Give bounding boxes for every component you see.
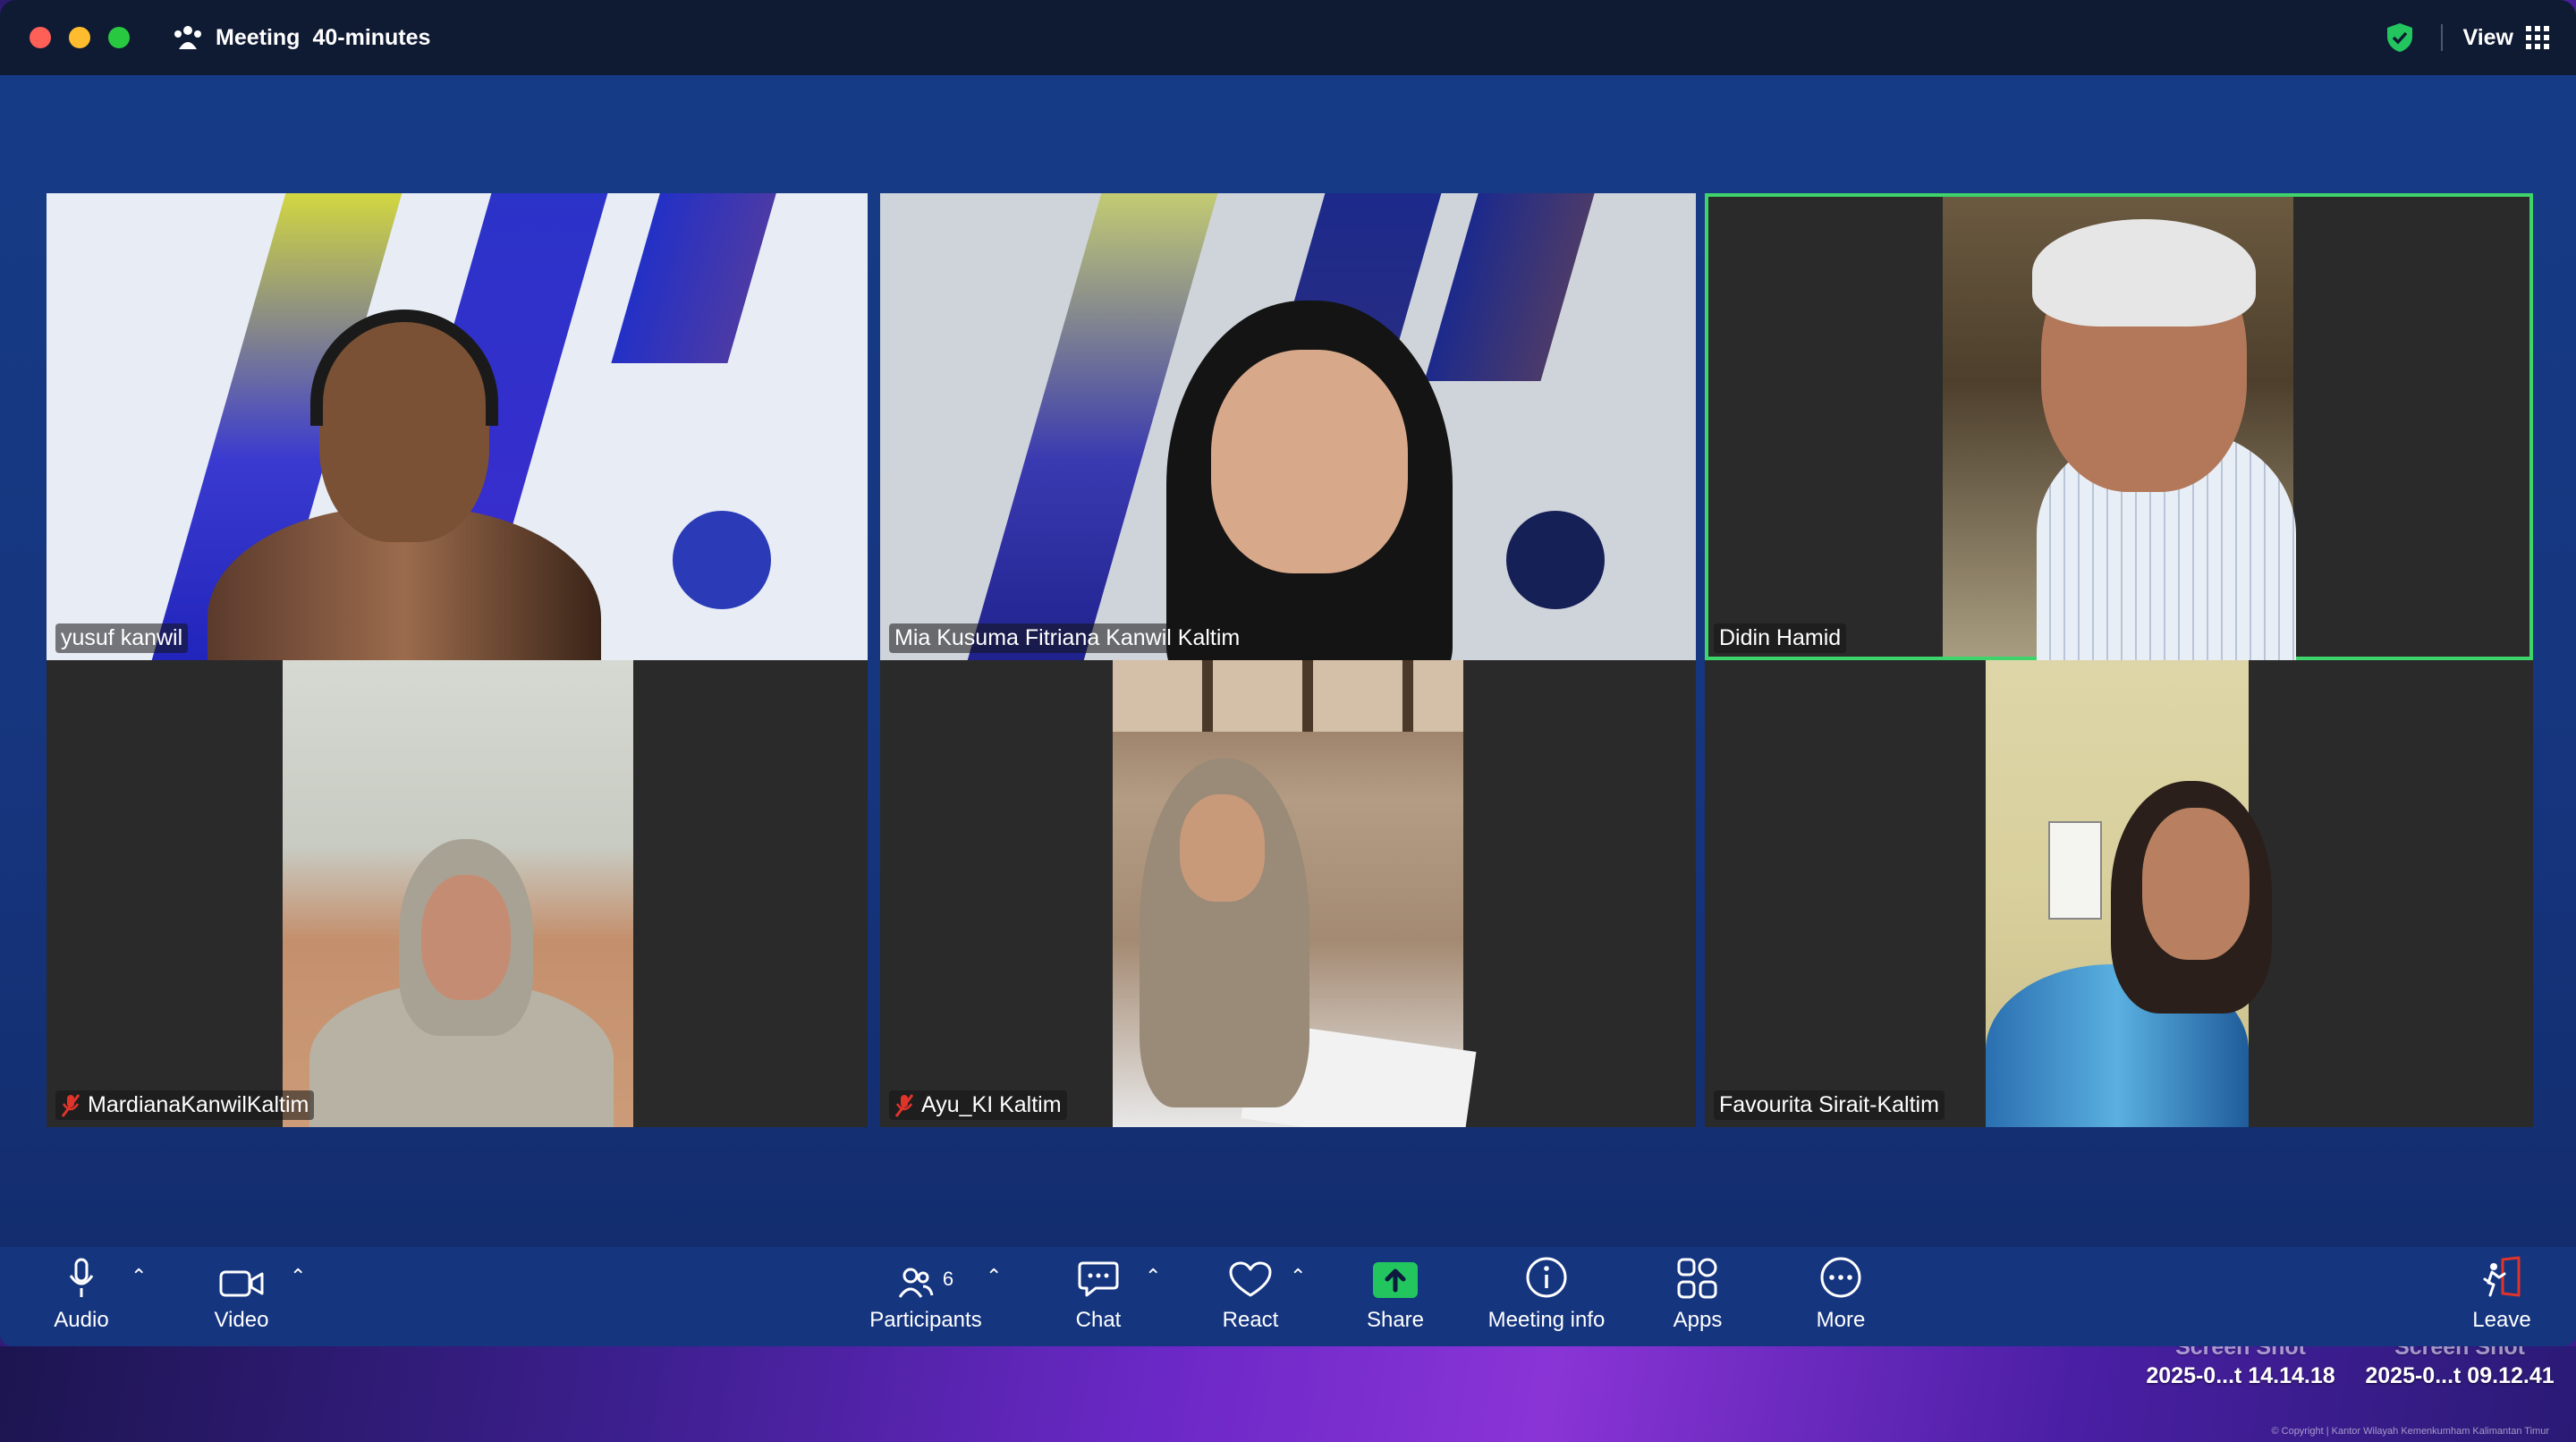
more-options-icon xyxy=(1820,1257,1861,1298)
participants-group-icon xyxy=(174,26,201,49)
audio-button[interactable]: Audio xyxy=(41,1247,122,1346)
apps-label: Apps xyxy=(1673,1308,1723,1332)
video-tile-didin[interactable]: Didin Hamid xyxy=(1705,193,2533,660)
participant-video xyxy=(1943,197,2296,660)
video-tile-ayu[interactable]: Ayu_KI Kaltim xyxy=(880,660,1696,1127)
participant-face xyxy=(2142,808,2250,960)
minimize-window-button[interactable] xyxy=(69,27,90,48)
participant-face xyxy=(1211,350,1408,573)
share-screen-icon xyxy=(1373,1262,1418,1298)
video-tile-mardiana[interactable]: MardianaKanwilKaltim xyxy=(47,660,868,1127)
participants-icon xyxy=(898,1268,934,1298)
chat-options-chevron-up-icon[interactable]: ⌃ xyxy=(1145,1265,1161,1288)
window-controls xyxy=(30,27,130,48)
share-label: Share xyxy=(1366,1308,1425,1332)
video-options-chevron-up-icon[interactable]: ⌃ xyxy=(290,1265,306,1288)
leave-button[interactable]: Leave xyxy=(2460,1247,2544,1346)
leave-door-icon xyxy=(2483,1256,2521,1297)
participants-count: 6 xyxy=(942,1268,954,1290)
window-title: Meeting 40-minutes xyxy=(173,24,430,51)
view-button[interactable]: View xyxy=(2462,25,2513,51)
meeting-title: Meeting xyxy=(216,24,301,50)
more-button[interactable]: More xyxy=(1801,1247,1880,1346)
participant-face xyxy=(421,875,511,1000)
meeting-toolbar: Audio ⌃ Video ⌃ 6 Participants ⌃ Chat ⌃ … xyxy=(0,1247,2576,1346)
heart-icon xyxy=(1229,1261,1272,1297)
titlebar-divider xyxy=(2441,24,2444,51)
meeting-info-label: Meeting info xyxy=(1487,1308,1606,1332)
react-label: React xyxy=(1222,1308,1279,1332)
apps-icon xyxy=(1677,1258,1717,1299)
video-button[interactable]: Video xyxy=(204,1247,279,1346)
participant-video xyxy=(1986,660,2272,1127)
meeting-info-button[interactable]: Meeting info xyxy=(1474,1247,1619,1346)
audio-options-chevron-up-icon[interactable]: ⌃ xyxy=(131,1265,147,1288)
participant-video xyxy=(283,660,633,1127)
participant-name: Favourita Sirait-Kaltim xyxy=(1719,1092,1939,1117)
participant-name: MardianaKanwilKaltim xyxy=(88,1092,309,1117)
muted-microphone-icon xyxy=(894,1093,914,1117)
wall-calendar xyxy=(2048,821,2102,920)
maximize-window-button[interactable] xyxy=(108,27,130,48)
apps-button[interactable]: Apps xyxy=(1658,1247,1737,1346)
meeting-window: Meeting 40-minutes View yusuf kanwil Mia… xyxy=(0,0,2576,1346)
share-button[interactable]: Share xyxy=(1356,1247,1435,1346)
security-shield-icon[interactable] xyxy=(2385,22,2414,53)
more-label: More xyxy=(1816,1308,1866,1332)
participant-name: Didin Hamid xyxy=(1719,625,1842,650)
chat-bubble-icon xyxy=(1078,1261,1119,1297)
participant-video xyxy=(1113,660,1477,1127)
participant-name: Mia Kusuma Fitriana Kanwil Kaltim xyxy=(894,625,1241,650)
react-button[interactable]: React xyxy=(1211,1247,1290,1346)
meeting-duration: 40-minutes xyxy=(312,24,431,50)
chat-button[interactable]: Chat xyxy=(1059,1247,1138,1346)
participants-options-chevron-up-icon[interactable]: ⌃ xyxy=(986,1265,1002,1288)
participant-name: Ayu_KI Kaltim xyxy=(921,1092,1062,1117)
participant-name: yusuf kanwil xyxy=(61,625,183,650)
participant-face xyxy=(1180,794,1265,902)
microphone-icon xyxy=(69,1258,94,1297)
video-tile-mia[interactable]: Mia Kusuma Fitriana Kanwil Kaltim xyxy=(880,193,1696,660)
participant-hair xyxy=(2032,219,2256,327)
participants-label: Participants xyxy=(869,1308,982,1332)
window-frame-background xyxy=(1113,660,1463,732)
video-tile-yusuf[interactable]: yusuf kanwil xyxy=(47,193,868,660)
video-label: Video xyxy=(214,1308,269,1332)
copyright-text: © Copyright | Kantor Wilayah Kemenkumham… xyxy=(2271,1426,2549,1437)
grid-view-icon[interactable] xyxy=(2526,26,2549,49)
audio-label: Audio xyxy=(54,1308,109,1332)
leave-label: Leave xyxy=(2472,1308,2531,1332)
participants-button[interactable]: 6 Participants xyxy=(859,1247,993,1346)
title-bar: Meeting 40-minutes View xyxy=(0,0,2576,75)
react-options-chevron-up-icon[interactable]: ⌃ xyxy=(1290,1265,1306,1288)
close-window-button[interactable] xyxy=(30,27,51,48)
chat-label: Chat xyxy=(1075,1308,1122,1332)
muted-microphone-icon xyxy=(61,1093,80,1117)
video-tile-favourita[interactable]: Favourita Sirait-Kaltim xyxy=(1705,660,2533,1127)
video-gallery: yusuf kanwil Mia Kusuma Fitriana Kanwil … xyxy=(0,75,2576,1247)
info-icon xyxy=(1526,1257,1567,1298)
video-camera-icon xyxy=(219,1270,264,1297)
